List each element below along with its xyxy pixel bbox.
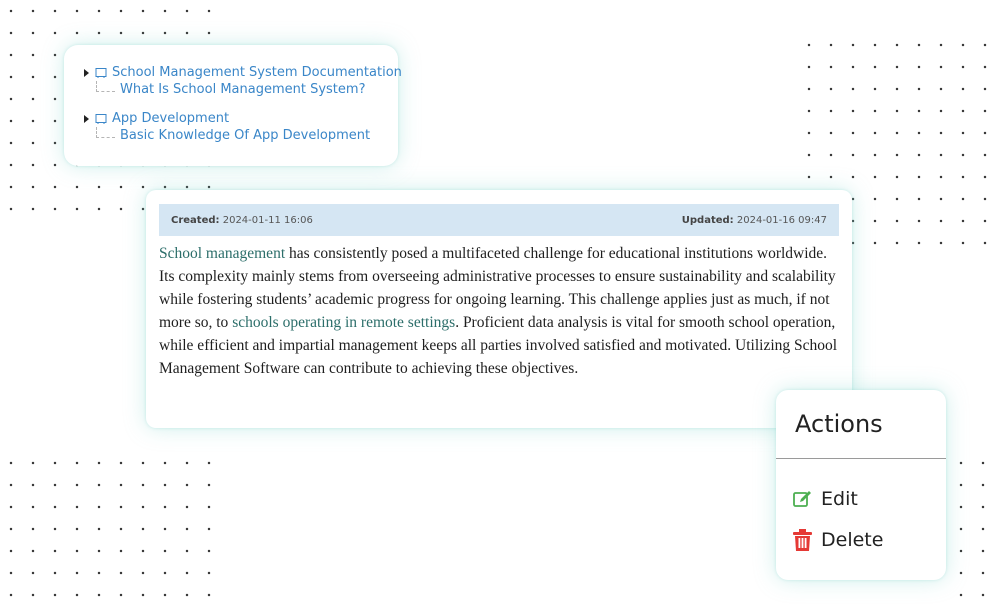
documentation-tree: School Management System Documentation W…: [64, 45, 402, 166]
tree-connector: [96, 127, 115, 138]
actions-menu: Actions Edit Delete: [776, 390, 946, 580]
updated-timestamp: Updated: 2024-01-16 09:47: [682, 215, 827, 226]
expand-caret-icon[interactable]: [84, 68, 89, 77]
tree-node-label[interactable]: School Management System Documentation: [112, 65, 402, 80]
updated-value: 2024-01-16 09:47: [736, 214, 827, 226]
created-value: 2024-01-11 16:06: [222, 214, 313, 226]
tree-child-what-is[interactable]: What Is School Management System?: [96, 81, 365, 97]
tree-node-school-management[interactable]: School Management System Documentation: [84, 65, 402, 80]
tree-node-label[interactable]: App Development: [112, 111, 229, 126]
edit-label: Edit: [821, 488, 858, 510]
edit-icon: [793, 490, 811, 507]
delete-button[interactable]: Delete: [792, 528, 883, 552]
article-body: School management has consistently posed…: [159, 242, 839, 380]
article-meta-bar: Created: 2024-01-11 16:06 Updated: 2024-…: [159, 204, 839, 236]
delete-label: Delete: [821, 529, 884, 551]
tree-connector: [96, 81, 115, 92]
dot-grid-bottom-left: [0, 452, 212, 614]
tree-child-label[interactable]: Basic Knowledge Of App Development: [120, 128, 370, 143]
school-management-link[interactable]: School management: [159, 245, 285, 262]
article-card: Created: 2024-01-11 16:06 Updated: 2024-…: [146, 190, 852, 428]
tree-child-basic-knowledge[interactable]: Basic Knowledge Of App Development: [96, 127, 370, 143]
dot-grid-bottom-right: [950, 452, 1000, 614]
edit-button[interactable]: Edit: [792, 488, 858, 510]
remote-schools-link[interactable]: schools operating in remote settings: [232, 314, 455, 331]
actions-divider: [776, 458, 946, 459]
trash-icon: [793, 529, 812, 551]
created-label: Created:: [171, 214, 220, 226]
document-icon: [95, 67, 107, 78]
document-icon: [95, 113, 107, 124]
actions-title: Actions: [795, 410, 883, 438]
updated-label: Updated:: [681, 214, 734, 226]
created-timestamp: Created: 2024-01-11 16:06: [171, 215, 313, 226]
tree-node-app-development[interactable]: App Development: [84, 111, 229, 126]
expand-caret-icon[interactable]: [84, 114, 89, 123]
tree-child-label[interactable]: What Is School Management System?: [120, 82, 365, 97]
